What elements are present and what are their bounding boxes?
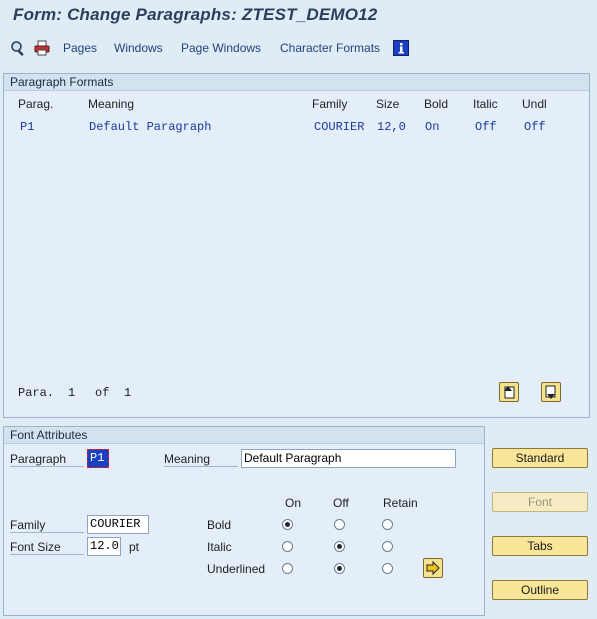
col-family: Family — [312, 97, 348, 111]
pager-total: 1 — [124, 386, 132, 400]
col-meaning: Meaning — [88, 97, 135, 111]
font-size-field[interactable]: 12.0 — [87, 537, 121, 556]
cell-size[interactable]: 12,0 — [377, 120, 406, 134]
pager-label: Para. — [18, 386, 55, 400]
font-size-label: Font Size — [10, 540, 84, 555]
page-up-icon — [504, 386, 515, 399]
italic-retain-radio[interactable] — [382, 541, 393, 552]
paragraph-field[interactable]: P1 — [87, 449, 109, 468]
meaning-label: Meaning — [164, 452, 238, 467]
pager-of: of — [95, 386, 110, 400]
family-label: Family — [10, 518, 84, 533]
underlined-label: Underlined — [207, 562, 266, 576]
family-field[interactable]: COURIER — [87, 515, 149, 534]
tabs-button[interactable]: Tabs — [492, 536, 588, 556]
col-on: On — [285, 496, 302, 510]
paragraph-label: Paragraph — [10, 452, 84, 467]
bold-retain-radio[interactable] — [382, 519, 393, 530]
page-down-icon — [545, 385, 556, 399]
font-button[interactable]: Font — [492, 492, 588, 512]
info-icon[interactable] — [393, 40, 409, 56]
arrow-right-icon — [426, 560, 440, 576]
font-attributes-group: Font Attributes Paragraph P1 Meaning Def… — [3, 426, 485, 616]
more-attributes-button[interactable] — [423, 558, 443, 578]
italic-on-radio[interactable] — [282, 541, 293, 552]
previous-page-button[interactable] — [499, 382, 519, 402]
next-page-button[interactable] — [541, 382, 561, 402]
col-parag: Parag. — [18, 97, 54, 111]
windows-link[interactable]: Windows — [114, 41, 163, 55]
col-italic: Italic — [473, 97, 498, 111]
col-undl: Undl — [522, 97, 547, 111]
display-object-icon[interactable] — [10, 40, 26, 57]
col-retain: Retain — [383, 496, 418, 510]
cell-italic[interactable]: Off — [475, 120, 497, 134]
pager-current: 1 — [68, 386, 76, 400]
italic-label: Italic — [207, 540, 232, 554]
col-off: Off — [333, 496, 349, 510]
cell-undl[interactable]: Off — [524, 120, 546, 134]
font-size-unit: pt — [129, 540, 140, 554]
col-size: Size — [376, 97, 400, 111]
paragraph-formats-header: Paragraph Formats — [4, 74, 589, 91]
meaning-field[interactable]: Default Paragraph — [241, 449, 456, 468]
pages-link[interactable]: Pages — [63, 41, 97, 55]
page-title: Form: Change Paragraphs: ZTEST_DEMO12 — [13, 5, 378, 24]
font-attributes-header: Font Attributes — [4, 427, 484, 444]
paragraph-formats-group: Paragraph Formats Parag. Meaning Family … — [3, 73, 590, 418]
italic-off-radio[interactable] — [334, 541, 345, 552]
cell-meaning[interactable]: Default Paragraph — [89, 120, 211, 134]
page-windows-link[interactable]: Page Windows — [181, 41, 261, 55]
application-toolbar: Pages Windows Page Windows Character For… — [0, 36, 597, 62]
print-icon[interactable] — [34, 40, 50, 56]
character-formats-link[interactable]: Character Formats — [280, 41, 380, 55]
cell-bold[interactable]: On — [425, 120, 439, 134]
outline-button[interactable]: Outline — [492, 580, 588, 600]
cell-parag[interactable]: P1 — [20, 120, 34, 134]
standard-button[interactable]: Standard — [492, 448, 588, 468]
underlined-off-radio[interactable] — [334, 563, 345, 574]
underlined-retain-radio[interactable] — [382, 563, 393, 574]
underlined-on-radio[interactable] — [282, 563, 293, 574]
cell-family[interactable]: COURIER — [314, 120, 364, 134]
bold-label: Bold — [207, 518, 232, 532]
col-bold: Bold — [424, 97, 449, 111]
bold-off-radio[interactable] — [334, 519, 345, 530]
bold-on-radio[interactable] — [282, 519, 293, 530]
